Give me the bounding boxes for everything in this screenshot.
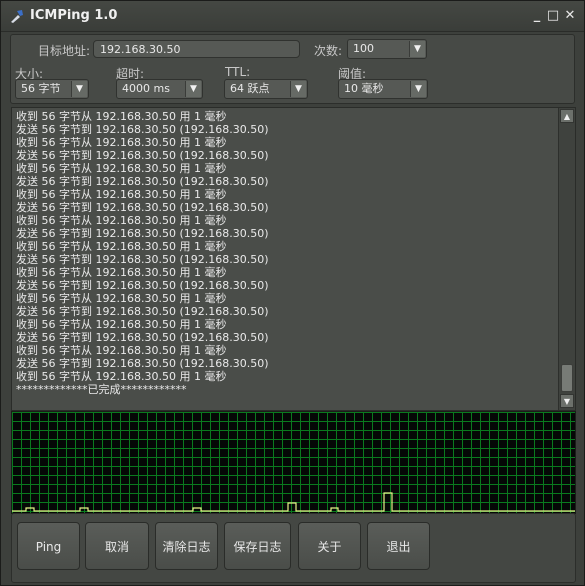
close-button[interactable]: ✕: [563, 9, 577, 23]
log-line: 发送 56 字节到 192.168.30.50 (192.168.30.50): [16, 123, 269, 136]
window-title: ICMPing 1.0: [30, 8, 118, 23]
chevron-down-icon[interactable]: ▼: [410, 81, 426, 97]
log-line: 发送 56 字节到 192.168.30.50 (192.168.30.50): [16, 227, 269, 240]
target-label: 目标地址:: [38, 44, 91, 58]
log-output[interactable]: 收到 56 字节从 192.168.30.50 用 1 毫秒 发送 56 字节到 …: [11, 107, 576, 411]
timeout-select[interactable]: 4000 ms ▼: [116, 79, 203, 99]
save-log-button[interactable]: 保存日志: [224, 522, 291, 570]
log-line: 收到 56 字节从 192.168.30.50 用 1 毫秒: [16, 214, 227, 227]
log-line: 发送 56 字节到 192.168.30.50 (192.168.30.50): [16, 305, 269, 318]
count-label: 次数:: [314, 44, 343, 58]
log-line: 收到 56 字节从 192.168.30.50 用 1 毫秒: [16, 344, 227, 357]
button-bar: Ping 取消 清除日志 保存日志 关于 退出: [11, 513, 576, 583]
log-line: 收到 56 字节从 192.168.30.50 用 1 毫秒: [16, 240, 227, 253]
ping-button[interactable]: Ping: [17, 522, 80, 570]
log-line: *************已完成************: [16, 383, 187, 396]
log-line: 发送 56 字节到 192.168.30.50 (192.168.30.50): [16, 175, 269, 188]
minimize-button[interactable]: _: [530, 9, 544, 23]
ttl-label: TTL:: [225, 65, 251, 79]
scroll-down-icon[interactable]: ▼: [560, 394, 574, 408]
log-line: 发送 56 字节到 192.168.30.50 (192.168.30.50): [16, 279, 269, 292]
timeout-value: 4000 ms: [122, 82, 170, 95]
title-bar[interactable]: ICMPing 1.0 _ □ ✕: [1, 1, 584, 32]
log-line: 发送 56 字节到 192.168.30.50 (192.168.30.50): [16, 253, 269, 266]
about-button[interactable]: 关于: [298, 522, 361, 570]
ttl-select[interactable]: 64 跃点 ▼: [224, 79, 308, 99]
log-line: 发送 56 字节到 192.168.30.50 (192.168.30.50): [16, 357, 269, 370]
maximize-button[interactable]: □: [546, 9, 560, 23]
size-select[interactable]: 56 字节 ▼: [15, 79, 89, 99]
exit-button[interactable]: 退出: [367, 522, 430, 570]
clear-log-button[interactable]: 清除日志: [155, 522, 218, 570]
log-line: 发送 56 字节到 192.168.30.50 (192.168.30.50): [16, 149, 269, 162]
threshold-value: 10 毫秒: [344, 82, 384, 95]
log-line: 收到 56 字节从 192.168.30.50 用 1 毫秒: [16, 266, 227, 279]
log-lines: 收到 56 字节从 192.168.30.50 用 1 毫秒 发送 56 字节到 …: [16, 110, 556, 396]
scroll-thumb[interactable]: [561, 364, 573, 392]
log-line: 收到 56 字节从 192.168.30.50 用 1 毫秒: [16, 370, 227, 383]
settings-panel: 目标地址: 192.168.30.50 次数: 100 ▼ 大小: 56 字节 …: [10, 34, 575, 104]
count-select[interactable]: 100 ▼: [347, 39, 427, 59]
size-value: 56 字节: [21, 82, 61, 95]
threshold-select[interactable]: 10 毫秒 ▼: [338, 79, 428, 99]
ttl-value: 64 跃点: [230, 82, 270, 95]
log-scrollbar[interactable]: ▲ ▼: [558, 108, 575, 410]
cancel-button[interactable]: 取消: [85, 522, 149, 570]
app-window: ICMPing 1.0 _ □ ✕ 目标地址: 192.168.30.50 次数…: [0, 0, 585, 586]
app-icon: [11, 10, 23, 23]
target-address-input[interactable]: 192.168.30.50: [93, 40, 300, 58]
chevron-down-icon[interactable]: ▼: [185, 81, 201, 97]
count-value: 100: [353, 42, 374, 55]
log-line: 发送 56 字节到 192.168.30.50 (192.168.30.50): [16, 201, 269, 214]
log-line: 收到 56 字节从 192.168.30.50 用 1 毫秒: [16, 136, 227, 149]
chevron-down-icon[interactable]: ▼: [409, 41, 425, 57]
chevron-down-icon[interactable]: ▼: [290, 81, 306, 97]
scroll-up-icon[interactable]: ▲: [560, 109, 574, 123]
latency-trace: [12, 492, 575, 512]
log-line: 收到 56 字节从 192.168.30.50 用 1 毫秒: [16, 318, 227, 331]
log-line: 收到 56 字节从 192.168.30.50 用 1 毫秒: [16, 188, 227, 201]
log-line: 收到 56 字节从 192.168.30.50 用 1 毫秒: [16, 110, 227, 123]
latency-graph: [11, 411, 576, 514]
log-line: 发送 56 字节到 192.168.30.50 (192.168.30.50): [16, 331, 269, 344]
log-line: 收到 56 字节从 192.168.30.50 用 1 毫秒: [16, 162, 227, 175]
chevron-down-icon[interactable]: ▼: [71, 81, 87, 97]
log-line: 收到 56 字节从 192.168.30.50 用 1 毫秒: [16, 292, 227, 305]
latency-trace-svg: [12, 492, 575, 512]
